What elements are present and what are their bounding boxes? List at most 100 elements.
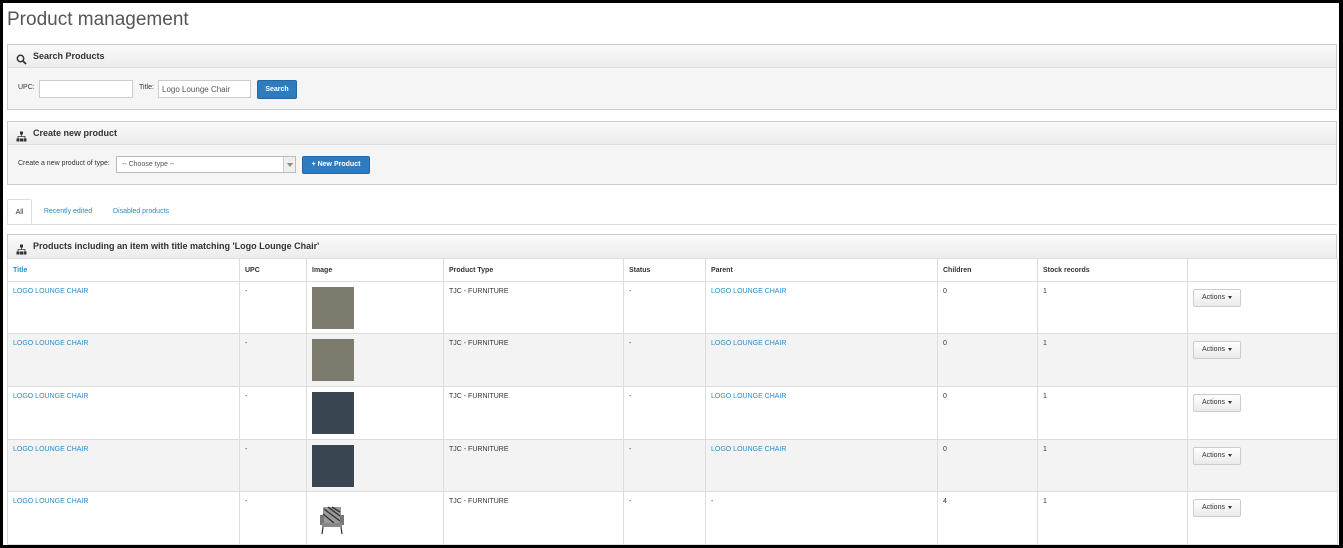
- actions-label: Actions: [1202, 399, 1225, 406]
- product-type-value: -- Choose type --: [122, 161, 175, 168]
- actions-label: Actions: [1202, 504, 1225, 511]
- status-value: -: [629, 446, 632, 453]
- product-title-link[interactable]: LOGO LOUNGE CHAIR: [13, 393, 88, 400]
- stock-records-count: 1: [1043, 340, 1047, 347]
- caret-down-icon: [1227, 400, 1232, 404]
- product-type-value: TJC - FURNITURE: [449, 288, 509, 295]
- parent-link[interactable]: LOGO LOUNGE CHAIR: [711, 340, 786, 347]
- results-title: Products including an item with title ma…: [33, 241, 320, 251]
- status-value: -: [629, 288, 632, 295]
- search-panel-header: Search Products: [8, 45, 1336, 68]
- table-header-row: Title UPC Image Product Type Status Pare…: [7, 258, 1338, 282]
- product-title-link[interactable]: LOGO LOUNGE CHAIR: [13, 446, 88, 453]
- table-row: LOGO LOUNGE CHAIR - TJC - FURNITURE - - 4 1 Act…: [7, 491, 1338, 545]
- caret-down-icon: [1227, 453, 1232, 457]
- parent-link: -: [711, 498, 714, 505]
- create-panel: Create new product Create a new product …: [7, 121, 1337, 185]
- product-tabs: All Recently edited Disabled products: [7, 199, 1337, 225]
- upc-label: UPC:: [18, 84, 35, 91]
- actions-label: Actions: [1202, 294, 1225, 301]
- fabric-swatch-image: [312, 445, 354, 487]
- column-title[interactable]: Title: [7, 258, 240, 282]
- column-parent: Parent: [705, 258, 938, 282]
- title-label: Title:: [139, 84, 154, 91]
- chevron-down-icon: [283, 157, 295, 172]
- upc-value: -: [245, 288, 248, 295]
- table-row: LOGO LOUNGE CHAIR - TJC - FURNITURE - LOGO L…: [7, 333, 1338, 387]
- tab-disabled-products[interactable]: Disabled products: [109, 199, 173, 224]
- tab-all[interactable]: All: [7, 199, 32, 224]
- stock-records-count: 1: [1043, 288, 1047, 295]
- stock-records-count: 1: [1043, 393, 1047, 400]
- caret-down-icon: [1227, 347, 1232, 351]
- results-panel: Products including an item with title ma…: [7, 234, 1337, 259]
- search-form: UPC: Title: Search: [8, 68, 1336, 111]
- tab-recently-edited[interactable]: Recently edited: [40, 199, 96, 224]
- actions-dropdown-button[interactable]: Actions: [1193, 341, 1241, 359]
- fabric-swatch-image: [312, 287, 354, 329]
- sitemap-icon: [16, 241, 27, 255]
- search-icon: [16, 51, 27, 65]
- page: Product management Search Products UPC: …: [3, 3, 1339, 545]
- table-row: LOGO LOUNGE CHAIR - TJC - FURNITURE - LOGO L…: [7, 439, 1338, 492]
- children-count: 0: [943, 446, 947, 453]
- search-button[interactable]: Search: [257, 80, 297, 99]
- actions-dropdown-button[interactable]: Actions: [1193, 394, 1241, 412]
- children-count: 4: [943, 498, 947, 505]
- sitemap-icon: [16, 128, 27, 141]
- children-count: 0: [943, 340, 947, 347]
- upc-value: -: [245, 498, 248, 505]
- caret-down-icon: [1227, 505, 1232, 509]
- page-title: Product management: [7, 9, 189, 30]
- product-type-value: TJC - FURNITURE: [449, 446, 509, 453]
- actions-dropdown-button[interactable]: Actions: [1193, 447, 1241, 465]
- product-type-value: TJC - FURNITURE: [449, 393, 509, 400]
- fabric-swatch-image: [312, 339, 354, 381]
- product-type-value: TJC - FURNITURE: [449, 340, 509, 347]
- column-status: Status: [623, 258, 706, 282]
- actions-dropdown-button[interactable]: Actions: [1193, 289, 1241, 307]
- table-row: LOGO LOUNGE CHAIR - TJC - FURNITURE - LOGO L…: [7, 281, 1338, 334]
- parent-link[interactable]: LOGO LOUNGE CHAIR: [711, 393, 786, 400]
- status-value: -: [629, 393, 632, 400]
- results-panel-header: Products including an item with title ma…: [8, 235, 1336, 258]
- product-type-label: Create a new product of type:: [18, 160, 110, 167]
- column-children: Children: [937, 258, 1038, 282]
- stock-records-count: 1: [1043, 446, 1047, 453]
- column-actions: [1187, 258, 1338, 282]
- create-panel-title: Create new product: [33, 128, 118, 138]
- fabric-swatch-image: [312, 392, 354, 434]
- status-value: -: [629, 340, 632, 347]
- upc-value: -: [245, 340, 248, 347]
- actions-label: Actions: [1202, 452, 1225, 459]
- parent-link[interactable]: LOGO LOUNGE CHAIR: [711, 288, 786, 295]
- column-image: Image: [306, 258, 444, 282]
- upc-value: -: [245, 393, 248, 400]
- create-panel-header: Create new product: [8, 122, 1336, 145]
- products-table: Title UPC Image Product Type Status Pare…: [7, 258, 1338, 545]
- stock-records-count: 1: [1043, 498, 1047, 505]
- product-type-select[interactable]: -- Choose type --: [116, 156, 296, 173]
- title-input[interactable]: [158, 80, 251, 98]
- new-product-button[interactable]: + New Product: [302, 156, 370, 174]
- actions-dropdown-button[interactable]: Actions: [1193, 499, 1241, 517]
- upc-value: -: [245, 446, 248, 453]
- chair-image: [312, 497, 354, 539]
- column-product-type: Product Type: [443, 258, 624, 282]
- column-stock-records: Stock records: [1037, 258, 1188, 282]
- parent-link[interactable]: LOGO LOUNGE CHAIR: [711, 446, 786, 453]
- search-panel-title: Search Products: [33, 51, 105, 61]
- children-count: 0: [943, 393, 947, 400]
- create-form: Create a new product of type: -- Choose …: [8, 145, 1336, 186]
- caret-down-icon: [1227, 295, 1232, 299]
- upc-input[interactable]: [39, 80, 133, 98]
- product-title-link[interactable]: LOGO LOUNGE CHAIR: [13, 498, 88, 505]
- product-title-link[interactable]: LOGO LOUNGE CHAIR: [13, 288, 88, 295]
- column-upc: UPC: [239, 258, 307, 282]
- search-panel: Search Products UPC: Title: Search: [7, 44, 1337, 110]
- table-row: LOGO LOUNGE CHAIR - TJC - FURNITURE - LOGO L…: [7, 386, 1338, 440]
- children-count: 0: [943, 288, 947, 295]
- product-title-link[interactable]: LOGO LOUNGE CHAIR: [13, 340, 88, 347]
- status-value: -: [629, 498, 632, 505]
- actions-label: Actions: [1202, 346, 1225, 353]
